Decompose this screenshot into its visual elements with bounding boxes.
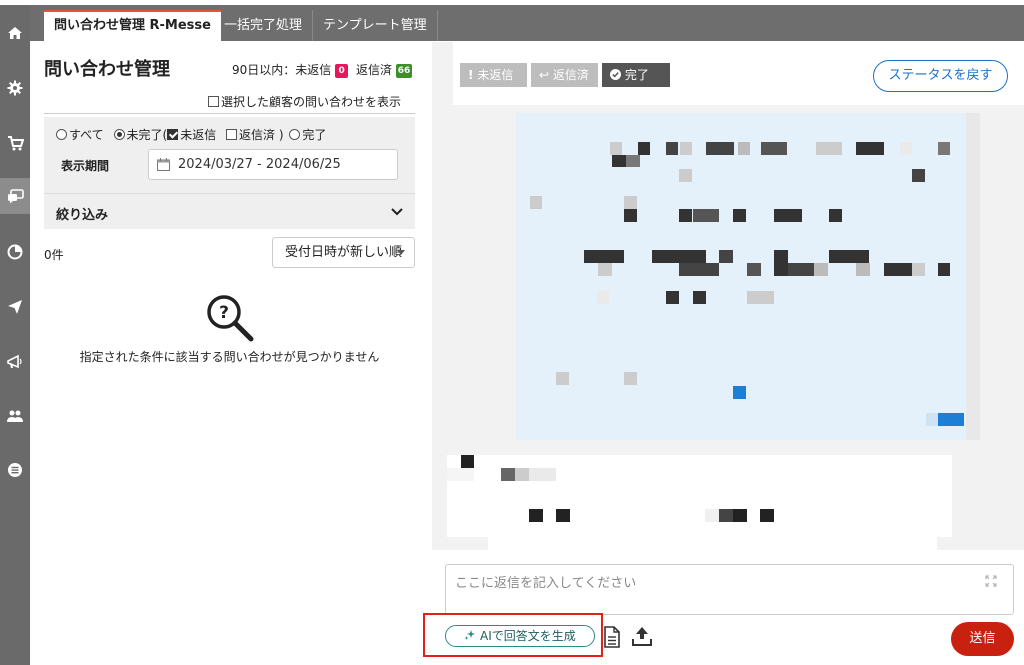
megaphone-icon[interactable] <box>0 344 30 380</box>
reply-placeholder: ここに返信を記入してください <box>455 576 637 591</box>
tab-inquiry-management[interactable]: 問い合わせ管理 R-Messe <box>44 10 221 41</box>
tab-template-management[interactable]: テンプレート管理 <box>313 10 438 41</box>
tab-bulk-complete[interactable]: 一括完了処理 <box>214 10 314 41</box>
date-range-value: 2024/03/27 - 2024/06/25 <box>178 157 341 172</box>
chat-icon[interactable] <box>0 178 30 214</box>
expand-icon[interactable] <box>985 575 997 587</box>
radio-complete[interactable] <box>289 129 301 140</box>
reply-arrow-icon: ↩ <box>539 68 550 82</box>
gear-icon[interactable] <box>0 70 30 106</box>
exclamation-icon: ! <box>468 68 474 82</box>
tab-bar: 問い合わせ管理 R-Messe 一括完了処理 テンプレート管理 <box>30 5 1024 41</box>
empty-message: 指定された条件に該当する問い合わせが見つかりません <box>79 350 380 364</box>
reply-textarea[interactable]: ここに返信を記入してください <box>445 564 1014 615</box>
status-counts: 90日以内：未返信 0 返信済 66 <box>232 61 413 78</box>
search-question-icon: ? <box>207 295 254 342</box>
checkbox-unreplied[interactable] <box>167 129 179 140</box>
left-nav-bar <box>0 5 30 665</box>
users-icon[interactable] <box>0 398 30 434</box>
checkbox-icon[interactable] <box>208 96 219 107</box>
unreplied-count-badge: 0 <box>335 64 349 78</box>
mark-replied-button[interactable]: ↩ 返信済 <box>531 63 598 87</box>
cart-icon[interactable] <box>0 125 30 161</box>
replied-label: 返信済 <box>355 63 392 77</box>
period-label: 表示期間 <box>61 159 110 173</box>
radio-all[interactable] <box>56 129 67 140</box>
check-circle-icon <box>610 69 621 80</box>
checkbox-replied[interactable] <box>226 129 238 140</box>
calendar-icon <box>157 158 170 171</box>
radio-incomplete[interactable] <box>113 129 125 140</box>
filter-box: すべて 未完了(未返信 返信済 ) 完了 表示期間 2024/03/27 - 2… <box>44 117 415 229</box>
caret-down-icon <box>397 250 405 255</box>
svg-text:?: ? <box>219 303 229 323</box>
template-document-icon[interactable] <box>603 626 621 648</box>
send-icon[interactable] <box>0 289 30 325</box>
date-range-input[interactable]: 2024/03/27 - 2024/06/25 <box>148 149 398 180</box>
narrow-down-toggle[interactable]: 絞り込み <box>44 194 415 229</box>
pie-chart-icon[interactable] <box>0 234 30 270</box>
customer-message-bubble <box>516 113 966 440</box>
send-button[interactable]: 送信 <box>951 622 1014 656</box>
mark-unreplied-button[interactable]: ! 未返信 <box>460 63 527 87</box>
mark-complete-button[interactable]: 完了 <box>602 63 670 87</box>
home-icon[interactable] <box>0 15 30 51</box>
upload-icon[interactable] <box>631 625 653 647</box>
show-selected-customer-checkbox[interactable]: 選択した顧客の問い合わせを表示 <box>208 93 401 110</box>
revert-status-button[interactable]: ステータスを戻す <box>873 60 1008 92</box>
scroll-gutter <box>966 113 980 440</box>
list-icon[interactable] <box>0 452 30 488</box>
page-title: 問い合わせ管理 <box>44 59 170 80</box>
replied-count-badge: 66 <box>395 64 413 78</box>
chevron-down-icon <box>391 208 403 216</box>
highlight-box <box>423 613 603 657</box>
period-prefix: 90日以内：未返信 <box>232 63 332 77</box>
divider <box>44 113 415 114</box>
sort-select[interactable]: 受付日時が新しい順 <box>272 237 415 268</box>
reply-message-bubble <box>447 455 952 550</box>
status-filter-row: すべて 未完了(未返信 返信済 ) 完了 <box>56 126 326 143</box>
result-count: 0件 <box>44 248 64 262</box>
